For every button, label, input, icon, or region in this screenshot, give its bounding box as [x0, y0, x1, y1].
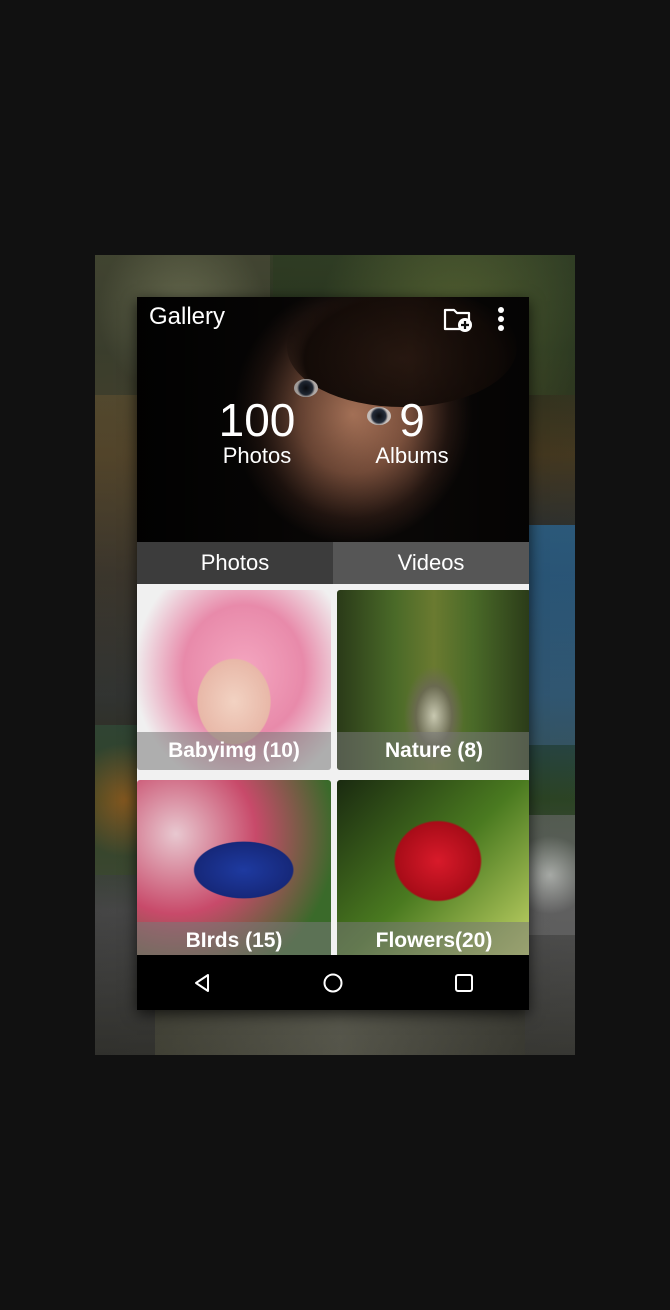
albums-stat: 9 Albums: [362, 397, 462, 467]
photos-stat: 100 Photos: [207, 397, 307, 467]
media-tabs: Photos Videos: [137, 542, 529, 584]
albums-stat-label: Albums: [375, 443, 449, 468]
album-card-nature[interactable]: Nature (8): [337, 590, 529, 770]
tab-videos[interactable]: Videos: [333, 542, 529, 584]
photos-count: 100: [218, 394, 296, 446]
album-label: Babyimg (10): [137, 732, 331, 770]
system-navbar: [137, 955, 529, 1010]
photos-stat-label: Photos: [222, 443, 292, 468]
back-icon[interactable]: [172, 955, 232, 1010]
folder-add-icon[interactable]: [442, 303, 474, 335]
albums-count: 9: [399, 394, 425, 446]
album-card-flowers[interactable]: Flowers(20): [337, 780, 529, 960]
more-vert-icon[interactable]: [485, 303, 517, 335]
album-card-birds[interactable]: BIrds (15): [137, 780, 331, 960]
app-screen: Gallery 100 Photos 9 Albums Photos Video…: [137, 297, 529, 1010]
recents-icon[interactable]: [434, 955, 494, 1010]
tab-photos[interactable]: Photos: [137, 542, 333, 584]
album-card-babyimg[interactable]: Babyimg (10): [137, 590, 331, 770]
album-label: Nature (8): [337, 732, 529, 770]
album-grid: Babyimg (10) Nature (8) BIrds (15) Flowe…: [137, 590, 529, 960]
home-icon[interactable]: [303, 955, 363, 1010]
app-title: Gallery: [149, 303, 226, 330]
